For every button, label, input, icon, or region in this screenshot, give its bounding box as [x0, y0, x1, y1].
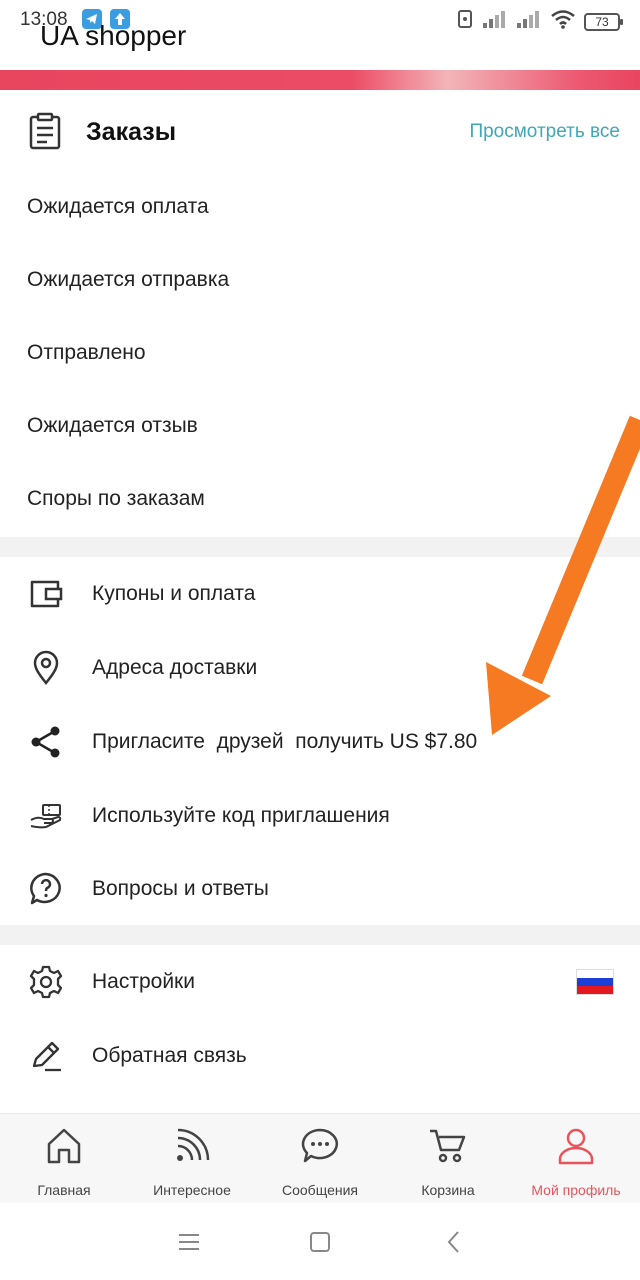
order-status-label: Ожидается оплата — [27, 195, 209, 218]
nav-feed[interactable]: Интересное — [128, 1114, 256, 1204]
russia-flag-icon[interactable] — [576, 969, 614, 995]
system-nav-bar — [0, 1203, 640, 1280]
feed-icon — [172, 1126, 212, 1166]
gear-icon — [28, 964, 64, 1000]
status-bar: 13:08 73 UA shopper — [0, 0, 640, 51]
nav-messages[interactable]: Сообщения — [256, 1114, 384, 1204]
order-status-label: Ожидается отзыв — [27, 414, 198, 437]
clipboard-icon — [28, 112, 62, 150]
menu-coupons[interactable]: Купоны и оплата — [0, 557, 640, 630]
order-status-label: Отправлено — [27, 341, 146, 364]
signal-icon — [482, 9, 508, 34]
menu-settings[interactable]: Настройки — [0, 945, 640, 1018]
nav-label: Мой профиль — [531, 1182, 621, 1198]
menu-label: Настройки — [92, 970, 195, 993]
nav-home[interactable]: Главная — [0, 1114, 128, 1204]
battery-icon: 73 — [584, 12, 623, 31]
wallet-icon — [28, 576, 64, 612]
orders-header: Заказы Просмотреть все — [0, 90, 640, 172]
menu-invite-code[interactable]: Используйте код приглашения — [0, 779, 640, 852]
wifi-icon — [550, 9, 576, 34]
order-status-awaiting-review[interactable]: Ожидается отзыв — [0, 391, 640, 464]
menu-label: Вопросы и ответы — [92, 877, 269, 900]
nav-profile[interactable]: Мой профиль — [512, 1114, 640, 1204]
home-square-icon[interactable] — [307, 1229, 333, 1255]
menu-label: Пригласите друзей получить US $7.80 — [92, 730, 478, 753]
menu-label: Используйте код приглашения — [92, 804, 390, 827]
menu-lines-icon[interactable] — [176, 1229, 202, 1255]
nav-label: Сообщения — [282, 1182, 358, 1198]
section-divider — [0, 925, 640, 945]
menu-label: Купоны и оплата — [92, 582, 256, 605]
menu-faq[interactable]: Вопросы и ответы — [0, 852, 640, 925]
menu-label: Адреса доставки — [92, 656, 258, 679]
nav-label: Интересное — [153, 1182, 231, 1198]
share-icon — [28, 724, 64, 760]
order-status-awaiting-shipment[interactable]: Ожидается отправка — [0, 245, 640, 318]
nav-label: Корзина — [421, 1182, 475, 1198]
order-status-shipped[interactable]: Отправлено — [0, 318, 640, 391]
promo-banner[interactable] — [0, 70, 640, 90]
chat-icon — [300, 1126, 340, 1166]
order-status-awaiting-payment[interactable]: Ожидается оплата — [0, 172, 640, 245]
menu-feedback[interactable]: Обратная связь — [0, 1019, 640, 1092]
back-icon[interactable] — [441, 1229, 467, 1255]
order-status-label: Споры по заказам — [27, 487, 205, 510]
order-status-label: Ожидается отправка — [27, 268, 230, 291]
signal-icon-2 — [516, 9, 542, 34]
orders-section: Заказы Просмотреть все Ожидается оплата … — [0, 90, 640, 537]
home-icon — [44, 1126, 84, 1166]
profile-icon — [556, 1126, 596, 1166]
location-pin-icon — [28, 650, 64, 686]
nav-label: Главная — [37, 1182, 91, 1198]
hand-coupon-icon — [28, 798, 64, 834]
bottom-nav: Главная Интересное Сообщения Корзина Мой… — [0, 1113, 640, 1203]
pencil-icon — [28, 1038, 64, 1074]
cart-icon — [428, 1126, 468, 1166]
question-bubble-icon — [28, 871, 64, 907]
menu-label: Обратная связь — [92, 1044, 247, 1067]
view-all-orders-link[interactable]: Просмотреть все — [469, 121, 620, 143]
menu-addresses[interactable]: Адреса доставки — [0, 631, 640, 704]
nav-cart[interactable]: Корзина — [384, 1114, 512, 1204]
section-divider — [0, 537, 640, 557]
nfc-icon — [456, 8, 474, 35]
order-status-disputes[interactable]: Споры по заказам — [0, 464, 640, 537]
orders-title: Заказы — [86, 118, 177, 146]
overlay-title: UA shopper — [40, 20, 187, 51]
menu-invite-friends[interactable]: Пригласите друзей получить US $7.80 — [0, 705, 640, 778]
